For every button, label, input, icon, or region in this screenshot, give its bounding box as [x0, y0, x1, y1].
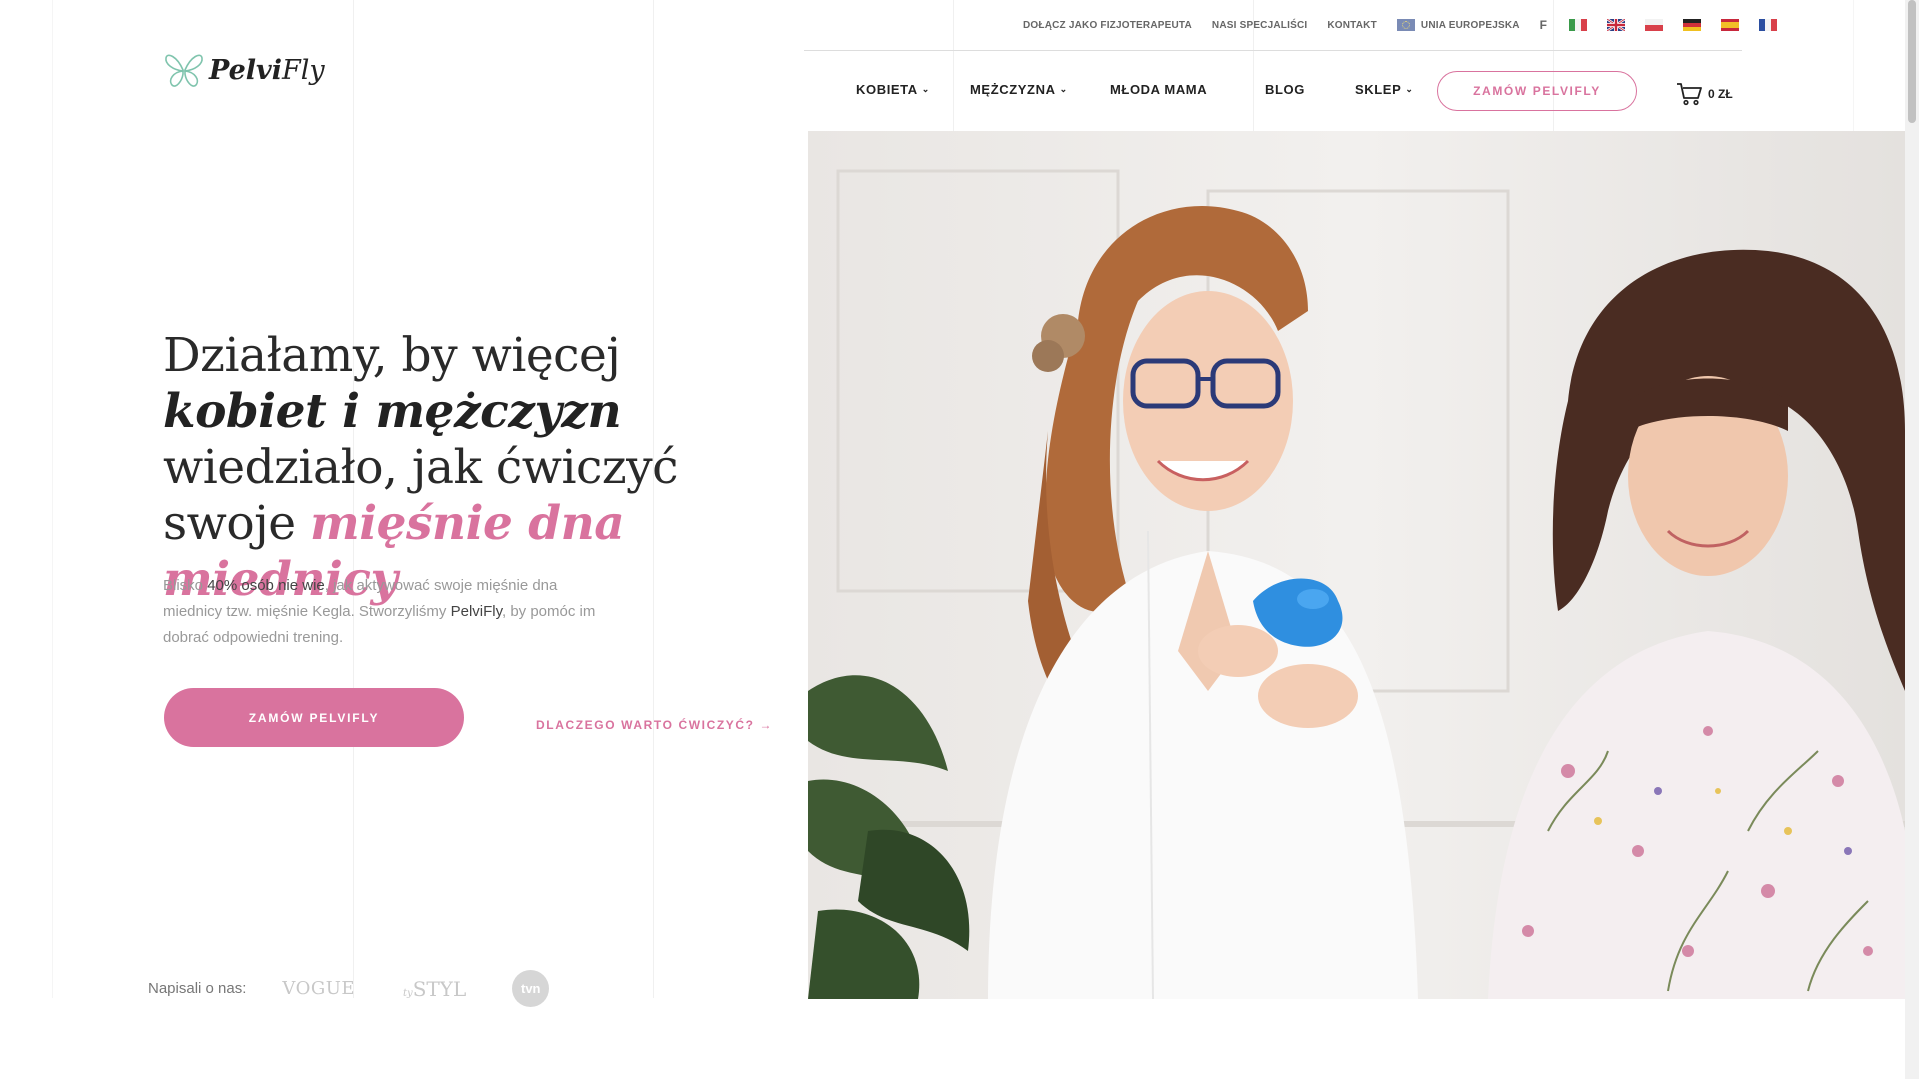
chevron-down-icon: ⌄ [921, 84, 930, 94]
eu-link[interactable]: UNIA EUROPEJSKA [1396, 19, 1520, 31]
page-scrollbar[interactable] [1905, 0, 1919, 1079]
desc-highlight: PelviFly [450, 603, 502, 620]
nav-item-kobieta[interactable]: KOBIETA ⌄ [856, 82, 970, 97]
nav-label: MĘŻCZYZNA [970, 82, 1056, 97]
flag-it-icon[interactable] [1569, 19, 1588, 31]
specialists-link[interactable]: NASI SPECJALIŚCI [1212, 20, 1307, 31]
facebook-icon[interactable]: f [1540, 18, 1548, 32]
scrollbar-thumb[interactable] [1908, 0, 1916, 123]
order-button-header[interactable]: ZAMÓW PELVIFLY [1437, 71, 1637, 111]
logo-text: PelviFly [209, 55, 325, 86]
flag-de-icon[interactable] [1683, 19, 1702, 31]
why-exercise-link[interactable]: DLACZEGO WARTO ĆWICZYĆ? → [536, 718, 773, 732]
grid-line [953, 0, 954, 131]
flag-fr-icon[interactable] [1759, 19, 1778, 31]
desc-highlight: 40% osób nie wie [207, 577, 325, 594]
flag-pl-icon[interactable] [1645, 19, 1664, 31]
press-label: Napisali o nas: [148, 980, 247, 997]
hero-title-emphasis: kobiet i mężczyzn [163, 384, 622, 439]
nav-item-blog[interactable]: BLOG [1265, 82, 1355, 97]
order-button-hero[interactable]: ZAMÓW PELVIFLY [164, 688, 464, 747]
language-switcher [1569, 19, 1778, 31]
eu-flag-icon [1396, 19, 1415, 31]
butterfly-logo-icon [165, 54, 203, 87]
header-divider [804, 50, 1742, 51]
desc-part: Blisko [163, 577, 208, 594]
top-utility-bar: DOŁĄCZ JAKO FIZJOTERAPEUTA NASI SPECJALI… [1023, 18, 1778, 32]
nav-item-sklep[interactable]: SKLEP ⌄ [1355, 82, 1435, 97]
hero-description: Blisko 40% osób nie wie, jak aktywować s… [163, 573, 603, 651]
site-logo[interactable]: PelviFly [163, 50, 325, 90]
nav-item-mloda-mama[interactable]: MŁODA MAMA [1110, 82, 1265, 97]
hero-photo-illustration [808, 131, 1905, 999]
tvn-logo[interactable]: tvn [512, 970, 550, 1007]
logo-light: Fly [281, 54, 325, 86]
nav-label: KOBIETA [856, 82, 918, 97]
grid-line [52, 0, 53, 998]
contact-link[interactable]: KONTAKT [1327, 20, 1377, 31]
eu-label: UNIA EUROPEJSKA [1420, 19, 1520, 31]
cart-icon [1677, 83, 1702, 106]
main-nav: KOBIETA ⌄ MĘŻCZYZNA ⌄ MŁODA MAMA BLOG SK… [856, 82, 1435, 97]
logo-bold: Pelvi [209, 54, 282, 86]
join-physio-link[interactable]: DOŁĄCZ JAKO FIZJOTERAPEUTA [1023, 20, 1192, 31]
vogue-logo[interactable]: VOGUE [282, 978, 355, 999]
nav-label: BLOG [1265, 82, 1305, 97]
chevron-down-icon: ⌄ [1059, 84, 1068, 94]
nav-label: SKLEP [1355, 82, 1402, 97]
flag-en-icon[interactable] [1607, 19, 1626, 31]
hero-title: Działamy, by więcej kobiet i mężczyzn wi… [163, 328, 763, 608]
flag-es-icon[interactable] [1721, 19, 1740, 31]
cart-total: 0 ZŁ [1708, 87, 1733, 101]
nav-item-mezczyzna[interactable]: MĘŻCZYZNA ⌄ [970, 82, 1110, 97]
styl-text: STYL [412, 976, 467, 1001]
styl-logo[interactable]: tySTYL [403, 977, 466, 1001]
grid-line [1853, 0, 1854, 131]
hero-photo [808, 131, 1905, 999]
press-mentions: Napisali o nas: VOGUE tySTYL tvn [148, 970, 550, 1007]
styl-prefix: ty [403, 987, 413, 999]
cart-button[interactable]: 0 ZŁ [1676, 82, 1733, 106]
chevron-down-icon: ⌄ [1405, 84, 1414, 94]
hero-title-part: Działamy, by więcej [163, 328, 621, 383]
nav-label: MŁODA MAMA [1110, 82, 1208, 97]
